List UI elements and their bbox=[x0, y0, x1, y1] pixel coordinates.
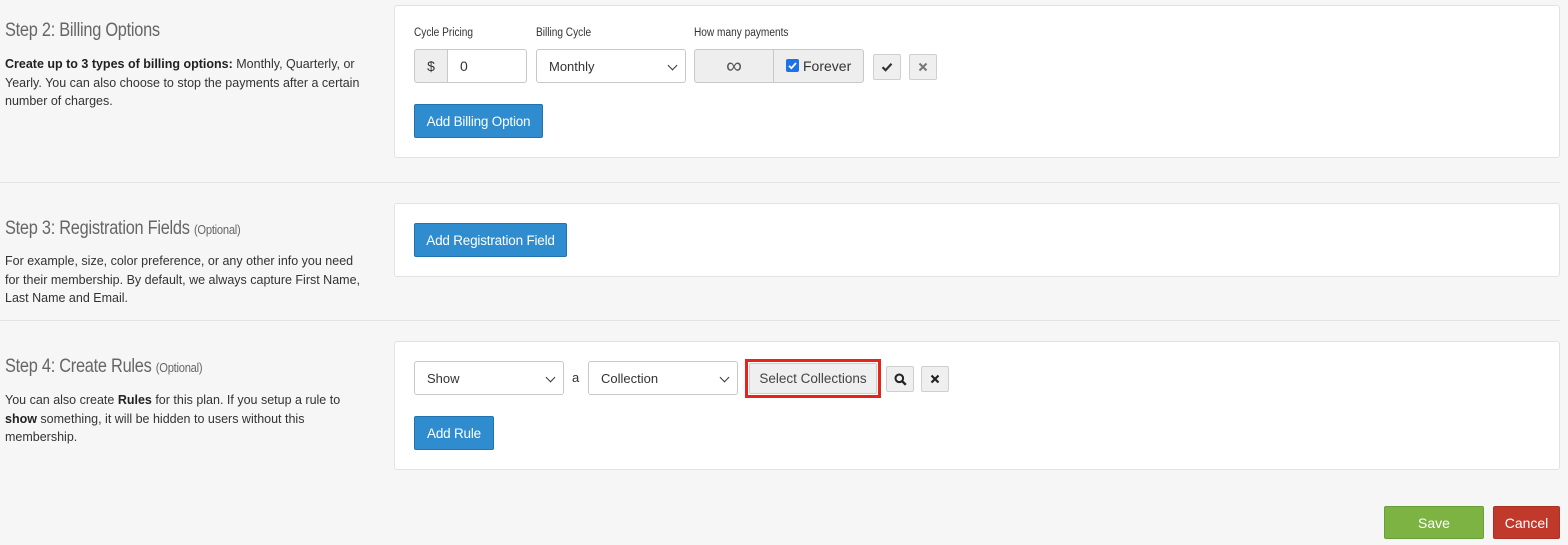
select-collections-button[interactable]: Select Collections bbox=[749, 363, 877, 394]
confirm-billing-button[interactable] bbox=[873, 54, 901, 80]
add-billing-option-button[interactable]: Add Billing Option bbox=[414, 104, 543, 138]
rule-type-value: Collection bbox=[601, 370, 659, 386]
registration-fields-panel: Add Registration Field bbox=[394, 203, 1560, 277]
step3-title: Step 3: Registration Fields (Optional) bbox=[5, 218, 241, 240]
step2-description: Create up to 3 types of billing options:… bbox=[5, 55, 365, 111]
billing-cycle-value: Monthly bbox=[549, 58, 595, 74]
rule-action-select[interactable]: Show bbox=[414, 361, 564, 395]
divider bbox=[0, 182, 1560, 183]
forever-checkbox[interactable] bbox=[786, 58, 799, 72]
divider bbox=[0, 320, 1560, 321]
check-icon bbox=[881, 63, 893, 72]
cycle-price-input[interactable]: 0 bbox=[447, 49, 527, 83]
rule-type-select[interactable]: Collection bbox=[588, 361, 738, 395]
close-icon bbox=[918, 62, 928, 72]
cycle-pricing-label: Cycle Pricing bbox=[414, 27, 474, 39]
rule-connector: a bbox=[572, 370, 580, 385]
rule-action-value: Show bbox=[427, 370, 460, 386]
step4-desc-part: for this plan. If you setup a rule to bbox=[151, 393, 341, 407]
chevron-down-icon bbox=[545, 372, 556, 383]
remove-rule-button[interactable] bbox=[921, 366, 949, 392]
remove-billing-button[interactable] bbox=[909, 54, 937, 80]
step2-title: Step 2: Billing Options bbox=[5, 20, 160, 41]
step4-desc-part: something, it will be hidden to users wi… bbox=[5, 411, 305, 445]
billing-options-panel: Cycle Pricing $ 0 Billing Cycle Monthly … bbox=[394, 5, 1560, 158]
step4-desc-bold: Rules bbox=[117, 393, 152, 407]
step2-desc-bold: Create up to 3 types of billing options: bbox=[5, 57, 233, 71]
search-button[interactable] bbox=[886, 366, 914, 392]
close-icon bbox=[930, 374, 940, 384]
step4-description: You can also create Rules for this plan.… bbox=[5, 391, 365, 447]
forever-label: Forever bbox=[803, 58, 852, 74]
cancel-button[interactable]: Cancel bbox=[1493, 506, 1560, 539]
add-registration-field-button[interactable]: Add Registration Field bbox=[414, 223, 567, 257]
step4-optional: (Optional) bbox=[155, 360, 203, 375]
chevron-down-icon bbox=[667, 60, 678, 71]
add-rule-button[interactable]: Add Rule bbox=[414, 416, 494, 450]
forever-addon: Forever bbox=[773, 49, 864, 83]
step4-desc-bold: show bbox=[5, 411, 37, 426]
currency-addon: $ bbox=[414, 49, 448, 83]
rules-panel: Show a Collection Select Collections Add… bbox=[394, 341, 1560, 470]
billing-cycle-select[interactable]: Monthly bbox=[536, 49, 686, 83]
infinity-icon: ∞ bbox=[694, 49, 774, 83]
step3-description: For example, size, color preference, or … bbox=[5, 254, 360, 305]
payments-label: How many payments bbox=[694, 27, 789, 39]
step3-title-text: Step 3: Registration Fields bbox=[5, 218, 190, 239]
billing-cycle-label: Billing Cycle bbox=[536, 27, 592, 39]
step3-optional: (Optional) bbox=[193, 222, 241, 237]
save-button[interactable]: Save bbox=[1384, 506, 1484, 539]
search-icon bbox=[894, 373, 907, 386]
step4-desc-part: You can also create bbox=[5, 393, 118, 407]
chevron-down-icon bbox=[719, 372, 730, 383]
step4-title: Step 4: Create Rules (Optional) bbox=[5, 356, 203, 378]
step4-title-text: Step 4: Create Rules bbox=[5, 356, 152, 377]
